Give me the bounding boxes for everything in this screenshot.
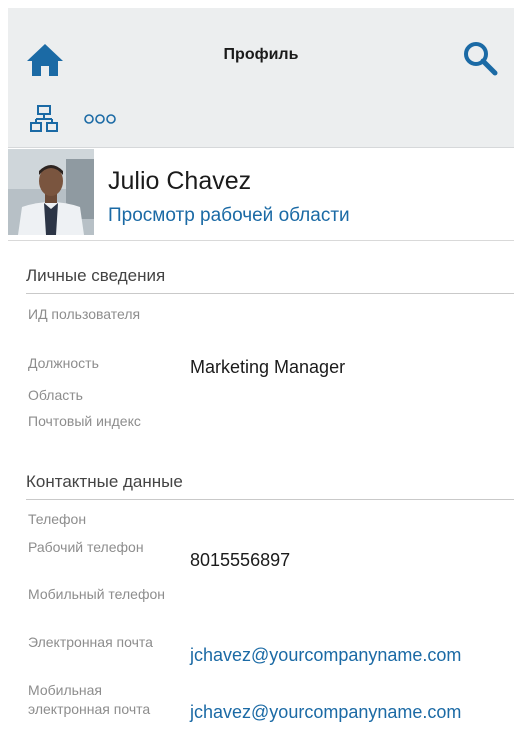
work-phone-value: 8015556897 (190, 550, 291, 570)
mobile-email-link[interactable]: jchavez@yourcompanyname.com (190, 702, 461, 723)
org-chart-icon[interactable] (30, 104, 58, 134)
position-value: Marketing Manager (190, 357, 346, 377)
email-link[interactable]: jchavez@yourcompanyname.com (190, 645, 461, 666)
profile-summary: Julio Chavez Просмотр рабочей области (8, 149, 514, 241)
email-label: Электронная почта (28, 634, 153, 650)
profile-screen: Профиль Julio Chavez Просмотр рабочей об… (0, 0, 514, 740)
region-label: Область (28, 387, 83, 403)
header-bar: Профиль (8, 8, 514, 148)
more-icon[interactable] (82, 112, 122, 126)
user-name: Julio Chavez (108, 167, 252, 195)
phone-label: Телефон (28, 511, 87, 527)
page-title: Профиль (223, 46, 299, 63)
mobile-phone-label: Мобильный телефон (28, 586, 165, 602)
avatar (8, 149, 94, 235)
user-id-label: ИД пользователя (28, 306, 141, 322)
search-icon[interactable] (460, 38, 500, 78)
work-phone-label: Рабочий телефон (28, 539, 144, 555)
view-workspace-link[interactable]: Просмотр рабочей области (108, 205, 350, 227)
mobile-email-label: Мобильная электронная почта (28, 682, 151, 717)
position-label: Должность (28, 355, 99, 371)
personal-info-heading: Личные сведения (26, 266, 514, 294)
contact-info-heading: Контактные данные (26, 472, 514, 500)
postal-code-label: Почтовый индекс (28, 413, 141, 429)
